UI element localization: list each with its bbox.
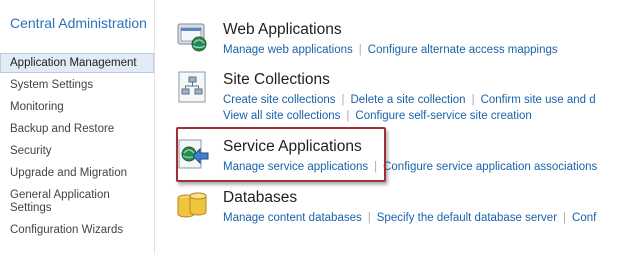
nav-item-monitoring[interactable]: Monitoring [0,97,154,117]
web-applications-links: Manage web applications | Configure altern… [223,42,558,58]
nav-item-backup-and-restore[interactable]: Backup and Restore [0,119,154,139]
web-applications-icon [177,23,207,52]
manage-content-databases-link[interactable]: Manage content databases [223,212,362,224]
databases-icon [177,192,207,218]
highlight-box [176,127,386,182]
configure-service-application-associations-link[interactable]: Configure service application associatio… [383,161,597,173]
databases-heading[interactable]: Databases [223,189,297,207]
site-collections-icon [178,71,206,103]
nav-item-application-management[interactable]: Application Management [0,53,154,73]
databases-links: Manage content databases | Specify the def… [223,210,596,226]
view-all-site-collections-link[interactable]: View all site collections [223,110,340,122]
web-applications-heading[interactable]: Web Applications [223,21,342,39]
link-separator: | [341,94,345,106]
specify-default-database-server-link[interactable]: Specify the default database server [377,212,557,224]
link-separator: | [367,212,371,224]
link-separator: | [358,44,362,56]
manage-web-applications-link[interactable]: Manage web applications [223,44,353,56]
configure-data-retrieval-link[interactable]: Conf [572,212,596,224]
section-web-applications: Web Applications Manage web applications… [175,20,637,70]
nav-item-configuration-wizards[interactable]: Configuration Wizards [0,220,154,240]
site-collections-links: Create site collections | Delete a site co… [223,92,596,124]
link-separator: | [471,94,475,106]
nav-item-upgrade-and-migration[interactable]: Upgrade and Migration [0,163,154,183]
nav-item-system-settings[interactable]: System Settings [0,75,154,95]
nav-item-security[interactable]: Security [0,141,154,161]
left-navigation: Central Administration Application Manag… [0,0,155,254]
central-administration-link[interactable]: Central Administration [10,15,150,31]
nav-item-general-application-settings[interactable]: General Application Settings [0,189,154,217]
link-separator: | [346,110,350,122]
section-databases: Databases Manage content databases | Speci… [175,188,637,238]
confirm-site-use-link[interactable]: Confirm site use and d [481,94,596,106]
configure-alternate-access-mappings-link[interactable]: Configure alternate access mappings [368,44,558,56]
create-site-collections-link[interactable]: Create site collections [223,94,336,106]
configure-self-service-site-creation-link[interactable]: Configure self-service site creation [355,110,531,122]
section-site-collections: Site Collections Create site collections… [175,70,637,122]
delete-site-collection-link[interactable]: Delete a site collection [351,94,466,106]
site-collections-heading[interactable]: Site Collections [223,71,330,89]
link-separator: | [563,212,567,224]
